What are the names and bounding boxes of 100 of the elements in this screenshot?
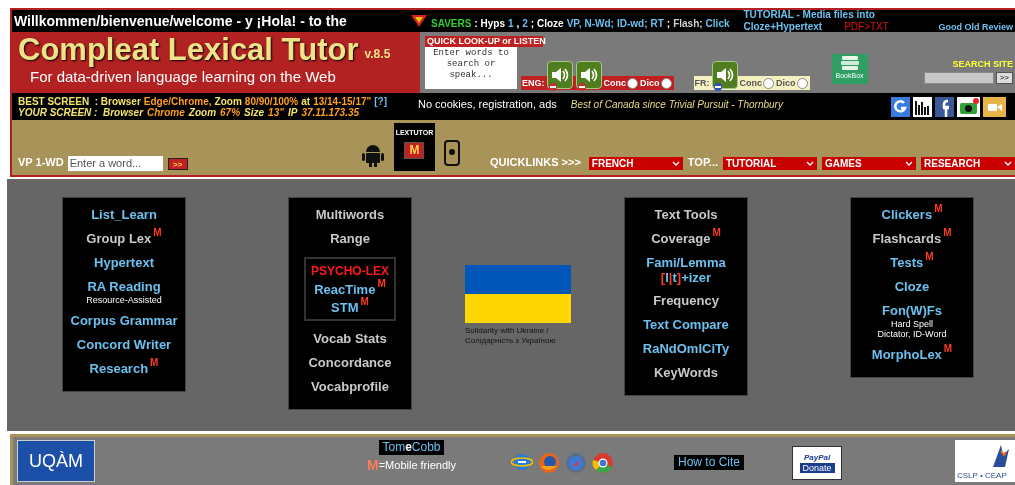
tutorial-link[interactable]: Cloze+Hypertext [743,21,823,33]
screen-info-text: Size [244,106,265,118]
google-icon[interactable] [891,96,910,117]
language-label: FR: [693,76,710,90]
chevron-icon [1004,161,1012,166]
help-link[interactable]: [?] [374,95,388,107]
saver-link[interactable]: RT [650,15,664,31]
lookup-field[interactable]: Enter words to search or speak... [425,47,517,89]
saver-text: ; [666,16,671,31]
radio-button[interactable] [796,77,808,89]
tool-link[interactable]: Coverage [651,231,711,247]
screen-info-text: YOUR SCREEN : Browser [18,106,144,118]
solidarity-caption: Solidarity with Ukraine / [465,326,550,336]
screen-info-text: Edge/Chrome, [143,95,212,107]
tool-link[interactable]: Range [330,231,370,247]
flag-icon [577,83,586,91]
review-link[interactable]: Good Old Review [938,21,1013,35]
tool-link[interactable]: Multiwords [315,207,385,223]
tool-link[interactable]: ReacTime [314,282,376,298]
camera-icon[interactable] [957,96,980,117]
facebook-icon[interactable] [935,96,954,117]
tutorial-link[interactable]: TUTORIAL - Media files into [743,9,889,21]
author-link[interactable]: TomeCobb [379,440,444,455]
saver-link[interactable]: 2 [522,15,528,31]
tool-link[interactable]: Text Tools [654,207,718,223]
quicklinks-dropdown[interactable]: TUTORIAL [723,157,817,170]
tool-link[interactable]: Concordance [308,355,392,371]
mobile-mark: M [150,358,159,368]
search-field[interactable] [923,71,994,84]
saver-link[interactable]: ID-wd; [616,15,648,31]
tool-link[interactable]: Hypertext [94,255,154,271]
tool-link[interactable]: Corpus Grammar [70,313,178,329]
tool-link[interactable]: Cloze [894,279,930,295]
tool-link[interactable]: Vocabprofile [311,379,389,395]
word-field[interactable]: Enter a word... [67,156,163,171]
screen-info-text: 67% [220,106,241,118]
tool-link[interactable]: Clickers [881,207,933,223]
screen-info-text: 13/14-15/17" [313,95,372,107]
notice-text: No cookies, registration, ads [418,97,557,112]
tool-link[interactable]: RaNdOmICiTy [642,341,730,357]
screen-info-text: Zoom [188,106,217,118]
cite-button[interactable]: How to Cite [674,455,745,470]
option-label: Dico [640,76,660,90]
quicklinks-dropdown[interactable]: GAMES [822,157,916,170]
screen-info-text: BEST SCREEN : Browser [18,95,141,107]
flag-icon [713,83,722,91]
radio-button[interactable] [763,77,774,89]
tool-link[interactable]: Text Compare [643,317,729,333]
chevron-icon [905,161,913,166]
tool-link[interactable]: Frequency [653,293,719,309]
mobile-mark: M [934,204,943,214]
tool-link[interactable]: [l|t]+izer [660,271,712,285]
partner-logo[interactable]: CSLP • CEAP [955,440,1015,482]
mobile-mark: M [943,228,952,238]
radio-button[interactable] [627,77,638,89]
android-icon[interactable] [361,143,384,167]
browser-icon[interactable] [511,452,533,472]
university-logo[interactable]: UQÀM [17,440,95,482]
solidarity-caption: Солідарність з Україною [465,336,557,346]
radio-button[interactable] [660,77,672,89]
vp-label: VP 1-WD [18,154,64,170]
screen-info-text: at [301,95,311,107]
phone-icon[interactable] [444,140,461,166]
browser-icon[interactable] [538,452,560,474]
speaker-button[interactable] [575,61,602,89]
tool-link[interactable]: KeyWords [653,365,719,381]
quicklinks-dropdown[interactable]: RESEARCH [921,157,1015,170]
tool-link[interactable]: Group Lex [86,231,152,247]
speaker-button[interactable] [546,61,573,89]
tool-link[interactable]: Fami/Lemma [646,255,726,271]
mobile-mark: M [925,252,934,262]
saver-link[interactable]: VP, [566,15,582,31]
search-button[interactable]: >> [995,71,1013,84]
tool-link[interactable]: RA Reading [87,279,161,295]
speaker-button[interactable] [711,61,738,89]
mobile-mark: M [943,344,953,354]
browser-icon[interactable] [592,452,614,474]
version-label: v.8.5 [364,46,391,63]
saver-link[interactable]: 1 [507,15,514,31]
quicklinks-label: QUICKLINKS >>> [490,154,581,170]
tool-link[interactable]: STM [331,300,359,316]
saver-link[interactable]: N-Wd; [584,15,614,31]
tool-link[interactable]: Tests [890,255,924,271]
quicklinks-dropdown[interactable]: FRENCH [588,157,683,170]
tool-link[interactable]: Fon(W)Fs [882,303,942,319]
chart-icon[interactable] [913,96,932,117]
tool-link[interactable]: Flashcards [872,231,942,247]
tool-link[interactable]: MorphoLex [871,347,942,363]
donate-button[interactable]: PayPal Donate [792,446,843,480]
saver-link[interactable]: Click [705,15,730,31]
tool-link[interactable]: Vocab Stats [313,331,387,347]
video-icon[interactable] [983,96,1006,117]
tool-link[interactable]: Concord Writer [76,337,172,353]
saver-text: ; Cloze [530,16,564,31]
pdf-link[interactable]: PDF>TXT [844,21,889,33]
go-button[interactable]: >> [167,158,188,170]
tool-caption: Dictator, ID-Word [877,329,947,339]
tool-link[interactable]: List_Learn [91,207,157,223]
screen-info-text: Zoom [214,95,242,107]
tool-link[interactable]: Research [89,361,149,377]
